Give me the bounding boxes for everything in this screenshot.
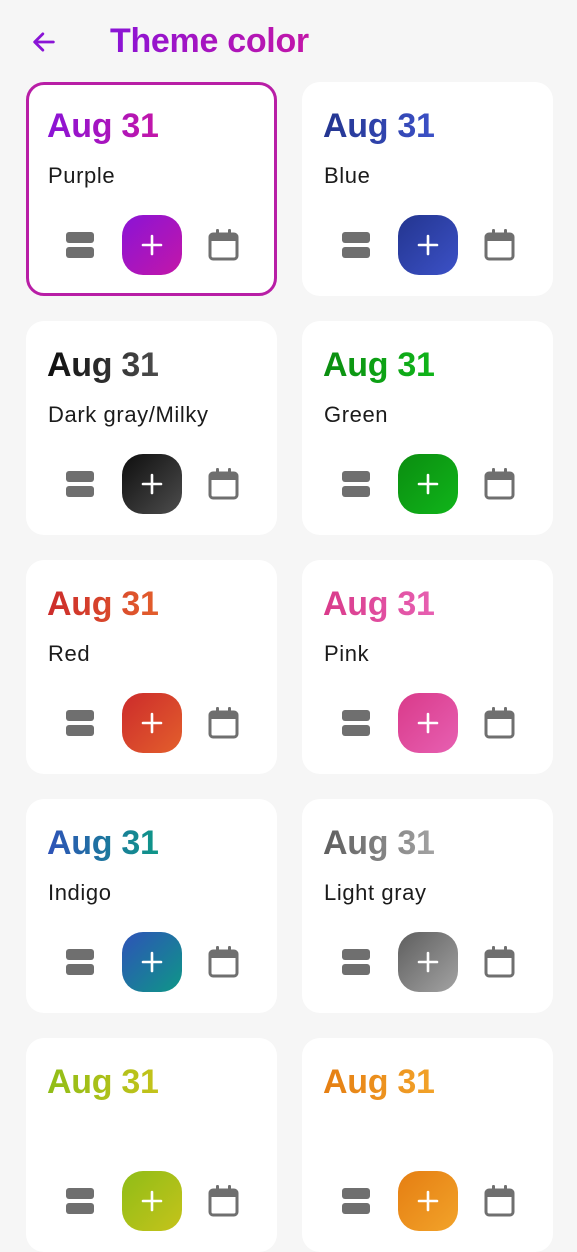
theme-card[interactable]: Aug 31 Purple (26, 82, 277, 296)
theme-name: Light gray (324, 880, 427, 905)
list-icon (66, 232, 94, 258)
plus-icon (417, 1190, 439, 1212)
list-icon (66, 471, 94, 497)
list-icon (66, 949, 94, 975)
plus-icon (141, 234, 163, 256)
theme-name: Indigo (48, 880, 112, 905)
add-button-preview (398, 1171, 458, 1231)
add-button-preview (122, 454, 182, 514)
theme-card[interactable]: Aug 31 Dark gray/Milky (26, 321, 277, 535)
theme-name: Dark gray/Milky (48, 402, 209, 427)
theme-date-preview: Aug 31 (47, 107, 159, 145)
calendar-icon (208, 946, 239, 978)
page-title: Theme color (110, 19, 309, 63)
arrow-left-icon (33, 32, 55, 52)
plus-icon (417, 473, 439, 495)
calendar-icon (484, 1185, 515, 1217)
theme-icon-preview (302, 453, 553, 515)
theme-card[interactable]: Aug 31 Pink (302, 560, 553, 774)
add-button-preview (122, 932, 182, 992)
plus-icon (141, 473, 163, 495)
theme-card[interactable]: Aug 31 Blue (302, 82, 553, 296)
theme-card[interactable]: Aug 31 Light gray (302, 799, 553, 1013)
theme-name: Pink (324, 641, 370, 666)
theme-date-preview: Aug 31 (47, 585, 159, 623)
theme-icon-preview (26, 931, 277, 993)
theme-date-preview: Aug 31 (47, 824, 159, 862)
add-button-preview (398, 454, 458, 514)
add-button-preview (122, 693, 182, 753)
theme-card[interactable]: Aug 31 (26, 1038, 277, 1252)
theme-card[interactable]: Aug 31 Indigo (26, 799, 277, 1013)
calendar-icon (484, 229, 515, 261)
theme-name: Green (324, 402, 389, 427)
theme-date-preview: Aug 31 (47, 1063, 159, 1101)
theme-date-preview: Aug 31 (323, 1063, 435, 1101)
theme-name: Blue (324, 163, 371, 188)
theme-date-preview: Aug 31 (323, 585, 435, 623)
list-icon (342, 471, 370, 497)
theme-icon-preview (302, 931, 553, 993)
plus-icon (141, 1190, 163, 1212)
calendar-icon (484, 946, 515, 978)
list-icon (342, 710, 370, 736)
list-icon (342, 949, 370, 975)
calendar-icon (208, 1185, 239, 1217)
app-header: Theme color (0, 0, 577, 82)
theme-name: Purple (48, 163, 116, 188)
calendar-icon (484, 468, 515, 500)
calendar-icon (208, 707, 239, 739)
calendar-icon (208, 468, 239, 500)
theme-name: Red (48, 641, 91, 666)
list-icon (66, 1188, 94, 1214)
back-button[interactable] (24, 22, 64, 62)
plus-icon (417, 234, 439, 256)
theme-icon-preview (26, 453, 277, 515)
list-icon (342, 232, 370, 258)
add-button-preview (398, 693, 458, 753)
add-button-preview (398, 215, 458, 275)
theme-icon-preview (26, 692, 277, 754)
theme-card[interactable]: Aug 31 (302, 1038, 553, 1252)
theme-date-preview: Aug 31 (47, 346, 159, 384)
calendar-icon (208, 229, 239, 261)
theme-date-preview: Aug 31 (323, 824, 435, 862)
add-button-preview (122, 215, 182, 275)
theme-icon-preview (26, 1170, 277, 1232)
add-button-preview (398, 932, 458, 992)
plus-icon (141, 951, 163, 973)
list-icon (342, 1188, 370, 1214)
theme-date-preview: Aug 31 (323, 346, 435, 384)
plus-icon (417, 951, 439, 973)
theme-card[interactable]: Aug 31 Red (26, 560, 277, 774)
theme-date-preview: Aug 31 (323, 107, 435, 145)
theme-icon-preview (26, 214, 277, 276)
add-button-preview (122, 1171, 182, 1231)
theme-grid: Aug 31 Purple Aug 31 Blue Aug 31 Dark gr… (26, 82, 553, 1252)
theme-icon-preview (302, 1170, 553, 1232)
theme-icon-preview (302, 214, 553, 276)
calendar-icon (484, 707, 515, 739)
theme-icon-preview (302, 692, 553, 754)
plus-icon (417, 712, 439, 734)
theme-card[interactable]: Aug 31 Green (302, 321, 553, 535)
plus-icon (141, 712, 163, 734)
list-icon (66, 710, 94, 736)
